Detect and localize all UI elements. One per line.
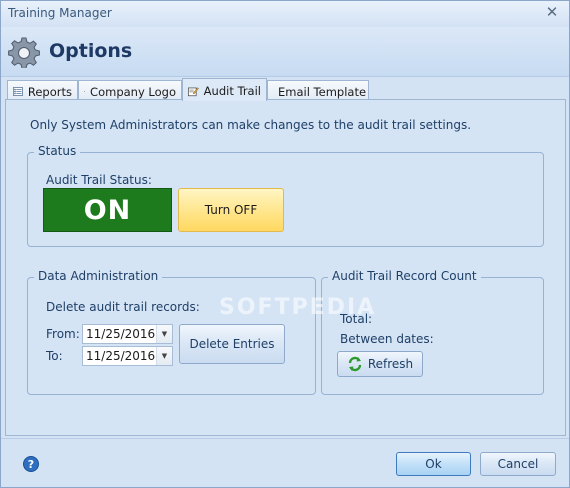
svg-text:?: ? (28, 458, 34, 471)
tab-company-logo-label: Company Logo (90, 84, 176, 99)
cancel-label: Cancel (497, 457, 539, 471)
delete-entries-label: Delete Entries (189, 337, 275, 351)
data-administration-group: Data Administration Delete audit trail r… (27, 269, 316, 395)
image-icon (84, 91, 86, 92)
status-indicator: ON (43, 188, 172, 232)
tab-strip: Reports Company Logo Audit Trail Email T… (5, 78, 567, 101)
data-administration-group-label: Data Administration (34, 269, 163, 283)
admin-info-text: Only System Administrators can make chan… (30, 118, 472, 132)
tab-reports[interactable]: Reports (7, 80, 78, 100)
list-icon (13, 87, 23, 96)
between-dates-label: Between dates: (340, 332, 434, 346)
delete-records-label: Delete audit trail records: (46, 300, 200, 314)
refresh-button[interactable]: Refresh (337, 351, 423, 377)
from-date-picker[interactable]: 11/25/2016 ▼ (82, 324, 173, 344)
from-label: From: (46, 327, 80, 341)
chevron-down-icon[interactable]: ▼ (156, 325, 172, 343)
from-date-value: 11/25/2016 (86, 327, 156, 341)
to-date-value: 11/25/2016 (86, 349, 156, 363)
tab-company-logo[interactable]: Company Logo (78, 80, 182, 100)
close-icon[interactable]: ✕ (544, 4, 560, 20)
delete-entries-button[interactable]: Delete Entries (179, 324, 285, 364)
edit-icon (188, 86, 199, 96)
record-count-group-label: Audit Trail Record Count (328, 269, 481, 283)
footer-divider (1, 438, 569, 439)
total-label: Total: (340, 312, 373, 326)
ok-label: Ok (425, 457, 442, 471)
options-window: Training Manager ✕ Options Reports Compa… (0, 0, 570, 488)
tab-email-template[interactable]: Email Template (267, 80, 369, 100)
to-label: To: (46, 349, 63, 363)
window-title: Training Manager (8, 6, 112, 20)
options-header: Options (1, 27, 569, 77)
tab-reports-label: Reports (27, 84, 72, 99)
record-count-group: Audit Trail Record Count Total: Between … (321, 269, 544, 395)
title-bar[interactable]: Training Manager ✕ (1, 1, 569, 27)
to-date-picker[interactable]: 11/25/2016 ▼ (82, 346, 173, 366)
audit-trail-panel: Only System Administrators can make chan… (5, 99, 566, 436)
tab-audit-trail-label: Audit Trail (203, 84, 261, 98)
tab-audit-trail[interactable]: Audit Trail (182, 78, 267, 101)
page-title: Options (49, 40, 133, 62)
refresh-label: Refresh (367, 357, 414, 371)
tab-email-template-label: Email Template (278, 84, 367, 99)
turn-off-button[interactable]: Turn OFF (178, 188, 284, 232)
help-icon[interactable]: ? (23, 456, 39, 472)
status-group: Status Audit Trail Status: ON Turn OFF (27, 144, 544, 247)
audit-trail-status-label: Audit Trail Status: (46, 173, 152, 187)
ok-button[interactable]: Ok (396, 452, 471, 476)
status-group-label: Status (34, 144, 81, 158)
refresh-icon (348, 356, 362, 372)
cancel-button[interactable]: Cancel (480, 452, 556, 476)
gear-icon (8, 37, 40, 68)
chevron-down-icon[interactable]: ▼ (156, 347, 172, 365)
